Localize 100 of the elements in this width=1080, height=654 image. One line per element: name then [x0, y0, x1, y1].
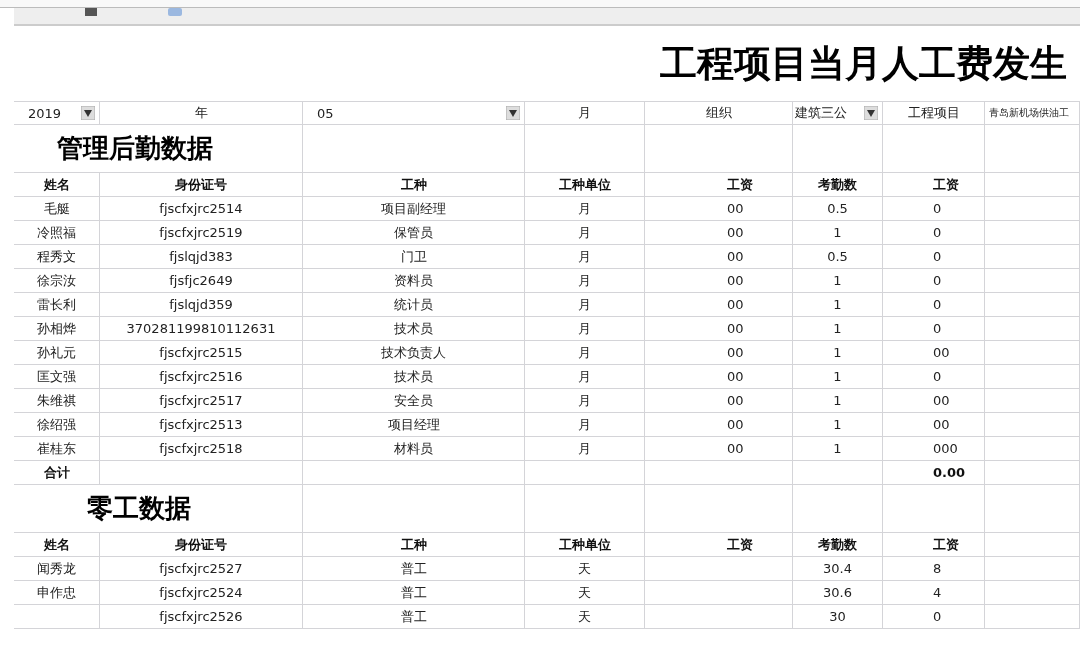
filter-dropdown[interactable]: 05 — [303, 101, 525, 125]
trade-cell: 技术负责人 — [303, 341, 525, 365]
name-cell: 孙相烨 — [14, 317, 100, 341]
column-header: 工种单位 — [525, 533, 645, 557]
trade-cell: 技术员 — [303, 317, 525, 341]
attendance-cell: 30 — [793, 605, 883, 629]
column-header: 考勤数 — [793, 173, 883, 197]
attendance-cell: 1 — [793, 389, 883, 413]
name-cell: 毛艇 — [14, 197, 100, 221]
pay-cell: 8 — [883, 557, 985, 581]
id-number-cell: fjscfxjrc2527 — [100, 557, 303, 581]
unit-wage-cell: 00 — [645, 389, 793, 413]
column-header: 工种 — [303, 533, 525, 557]
column-header: 工资 — [883, 533, 985, 557]
pay-cell: 00 — [883, 341, 985, 365]
id-number-cell: fjscfxjrc2518 — [100, 437, 303, 461]
filter-label: 年 — [100, 101, 303, 125]
id-number-cell: fjscfxjrc2524 — [100, 581, 303, 605]
attendance-cell: 1 — [793, 413, 883, 437]
unit-wage-cell: 00 — [645, 245, 793, 269]
name-cell: 程秀文 — [14, 245, 100, 269]
report-title: 工程项目当月人工费发生 — [660, 40, 1067, 87]
pay-cell: 000 — [883, 437, 985, 461]
id-number-cell: fjslqjd383 — [100, 245, 303, 269]
name-cell: 崔桂东 — [14, 437, 100, 461]
unit-wage-cell: 00 — [645, 317, 793, 341]
unit-wage-cell: 00 — [645, 341, 793, 365]
pay-cell: 0 — [883, 245, 985, 269]
trade-cell: 普工 — [303, 605, 525, 629]
unit-cell: 月 — [525, 245, 645, 269]
filter-label: 工程项目 — [883, 101, 985, 125]
unit-cell: 月 — [525, 413, 645, 437]
trade-cell: 技术员 — [303, 365, 525, 389]
attendance-cell: 1 — [793, 221, 883, 245]
attendance-cell: 30.4 — [793, 557, 883, 581]
unit-cell: 月 — [525, 365, 645, 389]
column-header: 工种单位 — [525, 173, 645, 197]
id-number-cell: fjscfxjrc2517 — [100, 389, 303, 413]
unit-wage-cell: 00 — [645, 197, 793, 221]
pay-cell: 0 — [883, 293, 985, 317]
unit-wage-cell: 00 — [645, 437, 793, 461]
id-number-cell: 370281199810112631 — [100, 317, 303, 341]
trade-cell: 安全员 — [303, 389, 525, 413]
filter-label: 月 — [525, 101, 645, 125]
unit-wage-cell: 00 — [645, 221, 793, 245]
column-header: 身份证号 — [100, 173, 303, 197]
name-cell: 申作忠 — [14, 581, 100, 605]
id-number-cell: fjslqjd359 — [100, 293, 303, 317]
trade-cell: 门卫 — [303, 245, 525, 269]
unit-cell: 月 — [525, 341, 645, 365]
pay-cell: 0 — [883, 605, 985, 629]
pay-cell: 00 — [883, 389, 985, 413]
name-cell: 闻秀龙 — [14, 557, 100, 581]
name-cell: 孙礼元 — [14, 341, 100, 365]
id-number-cell: fjscfxjrc2515 — [100, 341, 303, 365]
column-header: 工种 — [303, 173, 525, 197]
column-header: 姓名 — [14, 173, 100, 197]
unit-cell: 月 — [525, 317, 645, 341]
column-header: 考勤数 — [793, 533, 883, 557]
pay-cell: 0 — [883, 197, 985, 221]
name-cell: 冷照福 — [14, 221, 100, 245]
attendance-cell: 1 — [793, 317, 883, 341]
dropdown-arrow-icon[interactable] — [864, 106, 878, 120]
unit-cell: 月 — [525, 197, 645, 221]
attendance-cell: 1 — [793, 341, 883, 365]
dropdown-arrow-icon[interactable] — [506, 106, 520, 120]
id-number-cell: fjsfjc2649 — [100, 269, 303, 293]
dropdown-arrow-icon[interactable] — [81, 106, 95, 120]
attendance-cell: 1 — [793, 269, 883, 293]
section-heading: 管理后勤数据 — [14, 125, 303, 173]
pay-cell: 00 — [883, 413, 985, 437]
filter-dropdown[interactable]: 2019 — [14, 101, 100, 125]
unit-cell: 月 — [525, 389, 645, 413]
column-header: 工资 — [645, 173, 793, 197]
unit-cell: 月 — [525, 269, 645, 293]
id-number-cell: fjscfxjrc2516 — [100, 365, 303, 389]
filter-value: 青岛新机场供油工 — [985, 101, 1080, 125]
attendance-cell: 0.5 — [793, 197, 883, 221]
attendance-cell: 1 — [793, 365, 883, 389]
unit-wage-cell: 00 — [645, 293, 793, 317]
unit-wage-cell: 00 — [645, 365, 793, 389]
total-label: 合计 — [14, 461, 100, 485]
unit-cell: 天 — [525, 557, 645, 581]
trade-cell: 项目副经理 — [303, 197, 525, 221]
filter-dropdown[interactable]: 建筑三公 — [793, 101, 883, 125]
name-cell: 朱维祺 — [14, 389, 100, 413]
trade-cell: 统计员 — [303, 293, 525, 317]
unit-cell: 月 — [525, 221, 645, 245]
id-number-cell: fjscfxjrc2526 — [100, 605, 303, 629]
trade-cell: 资料员 — [303, 269, 525, 293]
column-header: 身份证号 — [100, 533, 303, 557]
name-cell: 匡文强 — [14, 365, 100, 389]
pay-cell: 0 — [883, 365, 985, 389]
unit-cell: 月 — [525, 293, 645, 317]
attendance-cell: 30.6 — [793, 581, 883, 605]
column-header: 工资 — [645, 533, 793, 557]
trade-cell: 材料员 — [303, 437, 525, 461]
name-cell: 徐绍强 — [14, 413, 100, 437]
attendance-cell: 0.5 — [793, 245, 883, 269]
name-cell: 徐宗汝 — [14, 269, 100, 293]
